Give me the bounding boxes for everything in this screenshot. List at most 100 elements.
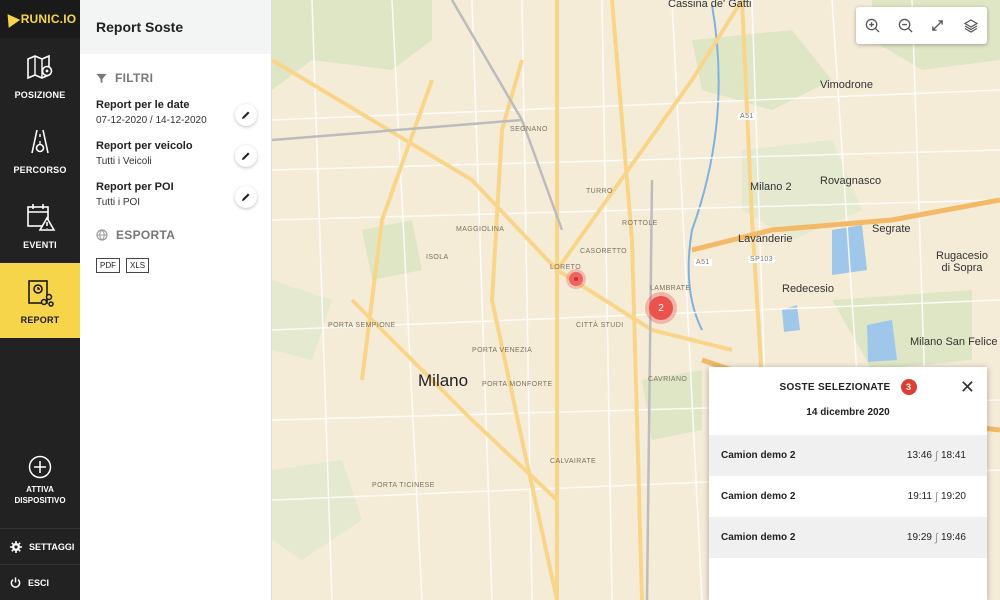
town-label: Rugacesio di Sopra — [936, 250, 988, 274]
panel-header: Report Soste — [80, 0, 271, 54]
edit-vehicle-button[interactable] — [235, 145, 257, 167]
attiva-dispositivo-button[interactable]: ATTIVA DISPOSITIVO — [0, 455, 80, 525]
town-label: Lavanderie — [738, 233, 793, 245]
power-icon — [10, 577, 21, 588]
popup-title: SOSTE SELEZIONATE — [779, 381, 891, 393]
export-pdf-button[interactable]: PDF — [96, 258, 120, 273]
nav-item-percorso[interactable]: PERCORSO — [0, 113, 80, 188]
pencil-icon — [242, 152, 250, 160]
popup-header: SOSTE SELEZIONATE 3 ✕ — [709, 367, 987, 407]
district-label: PORTA VENEZIA — [472, 347, 533, 354]
logo: RUNIC.IO — [0, 0, 80, 38]
stop-marker[interactable] — [569, 272, 583, 286]
zoom-in-button[interactable] — [856, 7, 889, 44]
district-label: MAGGIOLINA — [456, 226, 505, 233]
pencil-icon — [242, 111, 250, 119]
selected-stops-popup: SOSTE SELEZIONATE 3 ✕ 14 dicembre 2020 C… — [709, 367, 987, 600]
stop-end: 19:20 — [940, 491, 966, 502]
stop-start: 13:46 — [906, 450, 932, 461]
nav-item-posizione[interactable]: POSIZIONE — [0, 38, 80, 113]
nav-item-eventi[interactable]: EVENTI — [0, 188, 80, 263]
stop-row[interactable]: Camion demo 2 19:29 ∫ 19:46 — [709, 517, 987, 558]
export-xls-button[interactable]: XLS — [126, 258, 150, 273]
stop-times: 19:11 ∫ 19:20 — [908, 491, 966, 503]
zoom-in-icon — [865, 18, 880, 33]
vehicle-name: Camion demo 2 — [721, 491, 796, 502]
logout-label: ESCI — [28, 577, 50, 588]
district-label: SEGNANO — [510, 126, 548, 133]
fullscreen-button[interactable] — [922, 7, 955, 44]
stop-row[interactable]: Camion demo 2 19:11 ∫ 19:20 — [709, 476, 987, 517]
logo-text: RUNIC.IO — [20, 12, 77, 26]
logout-button[interactable]: ESCI — [0, 564, 80, 600]
vehicle-name: Camion demo 2 — [721, 450, 796, 461]
district-label: CASORETTO — [580, 248, 628, 255]
nav-label: REPORT — [20, 315, 60, 325]
district-label: CAVRIANO — [648, 376, 688, 383]
stop-times: 13:46 ∫ 18:41 — [907, 450, 966, 462]
town-label: Redecesio — [782, 283, 834, 295]
nav-label: POSIZIONE — [14, 90, 66, 100]
city-label: Milano — [418, 371, 469, 390]
town-label: Rovagnasco — [820, 175, 882, 187]
town-label: Milano 2 — [750, 181, 792, 193]
gear-icon — [10, 540, 22, 553]
town-label: Segrate — [872, 223, 911, 235]
route-icon — [31, 129, 49, 154]
layers-button[interactable] — [954, 7, 987, 44]
town-label: Milano San Felice — [910, 336, 998, 348]
settings-button[interactable]: SETTAGGI — [0, 528, 80, 564]
stop-row[interactable]: Camion demo 2 13:46 ∫ 18:41 — [709, 435, 987, 476]
nav-label: EVENTI — [23, 240, 57, 250]
zoom-out-button[interactable] — [889, 7, 922, 44]
stop-end: 19:46 — [940, 532, 966, 543]
vehicle-name: Camion demo 2 — [721, 532, 796, 543]
expand-icon — [932, 20, 944, 31]
district-label: PORTA MONFORTE — [482, 381, 553, 388]
filter-date: Report per le date 07-12-2020 / 14-12-20… — [80, 99, 271, 126]
route-arrow-icon: ∫ — [934, 449, 938, 462]
page-title: Report Soste — [96, 19, 184, 35]
edit-date-button[interactable] — [235, 104, 257, 126]
district-label: LAMBRATE — [650, 285, 691, 292]
district-label: PORTA TICINESE — [372, 482, 435, 489]
attiva-line1: ATTIVA — [26, 485, 54, 494]
close-button[interactable]: ✕ — [960, 378, 975, 396]
stop-times: 19:29 ∫ 19:46 — [907, 532, 966, 544]
stop-cluster-marker[interactable]: 2 — [649, 296, 673, 320]
nav-item-report[interactable]: REPORT — [0, 263, 80, 338]
calendar-alert-icon — [27, 204, 56, 231]
report-icon — [28, 280, 54, 307]
filter-icon — [96, 73, 107, 83]
edit-poi-button[interactable] — [235, 186, 257, 208]
stop-start: 19:11 — [907, 491, 932, 502]
district-label: CALVAIRATE — [550, 458, 597, 465]
pencil-icon — [242, 193, 250, 201]
route-arrow-icon: ∫ — [934, 490, 938, 503]
filters-heading-label: FILTRI — [115, 71, 154, 85]
route-arrow-icon: ∫ — [934, 531, 938, 544]
district-label: ISOLA — [426, 254, 449, 261]
add-circle-icon — [28, 455, 52, 479]
count-badge: 3 — [900, 379, 917, 395]
export-heading: ESPORTA — [80, 228, 271, 242]
map-controls — [856, 7, 987, 44]
logo-mark-icon — [1, 10, 20, 28]
zoom-out-icon — [898, 18, 913, 33]
stop-end: 18:41 — [940, 450, 966, 461]
map-pin-icon — [27, 54, 53, 80]
report-panel: Report Soste FILTRI Report per le date 0… — [80, 0, 272, 600]
nav-label: PERCORSO — [13, 165, 67, 175]
filter-vehicle: Report per veicolo Tutti i Veicoli — [80, 140, 271, 167]
town-label: Vimodrone — [820, 79, 873, 91]
export-heading-label: ESPORTA — [116, 228, 176, 242]
road-label: SP103 — [748, 256, 776, 263]
attiva-dispositivo-label: ATTIVA DISPOSITIVO — [14, 484, 65, 506]
district-label: LORETO — [550, 264, 582, 271]
filter-poi: Report per POI Tutti i POI — [80, 181, 271, 208]
district-label: PORTA SEMPIONE — [328, 322, 396, 329]
road-label: A51 — [694, 259, 712, 266]
filters-heading: FILTRI — [80, 71, 271, 85]
popup-date: 14 dicembre 2020 — [806, 407, 890, 418]
district-label: TURRO — [586, 188, 613, 195]
